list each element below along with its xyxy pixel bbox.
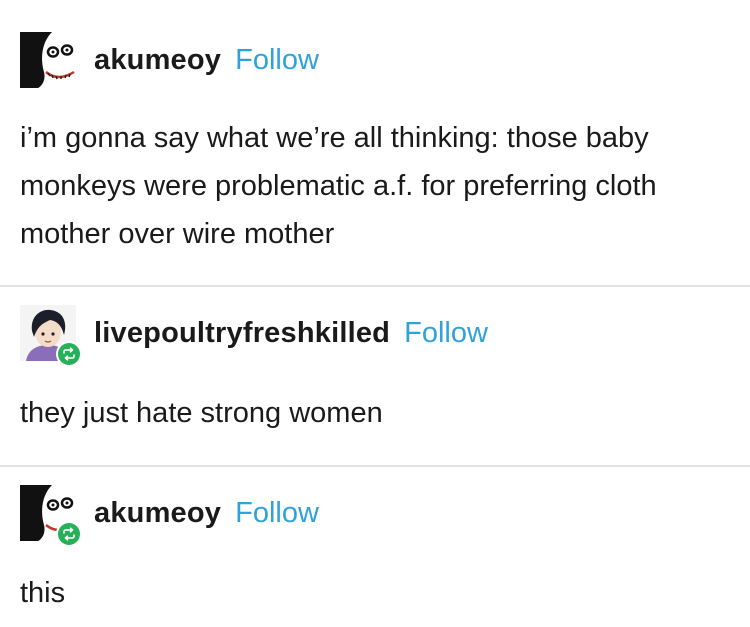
reblog-badge <box>56 341 82 367</box>
post-header: livepoultryfreshkilled Follow <box>20 305 488 367</box>
post-2: livepoultryfreshkilled Follow they just … <box>0 287 750 465</box>
avatar-akumeoy[interactable] <box>20 485 82 547</box>
reblog-badge <box>56 521 82 547</box>
avatar-akumeoy[interactable] <box>20 32 76 88</box>
post-3: akumeoy Follow this <box>0 467 750 627</box>
reblog-icon <box>63 347 75 361</box>
creepy-face-avatar-icon <box>20 32 76 88</box>
post-text: they just hate strong women <box>20 397 383 429</box>
username[interactable]: livepoultryfreshkilled <box>94 317 390 350</box>
follow-button[interactable]: Follow <box>235 44 319 77</box>
post-1: akumeoy Follow i’m gonna say what we’re … <box>0 0 750 287</box>
post-header: akumeoy Follow <box>20 485 319 547</box>
avatar-livepoultryfreshkilled[interactable] <box>20 305 82 367</box>
username[interactable]: akumeoy <box>94 44 221 77</box>
follow-button[interactable]: Follow <box>404 317 488 350</box>
post-text: i’m gonna say what we’re all thinking: t… <box>20 122 657 250</box>
follow-button[interactable]: Follow <box>235 497 319 530</box>
username[interactable]: akumeoy <box>94 497 221 530</box>
reblog-icon <box>63 527 75 541</box>
post-header: akumeoy Follow <box>20 32 319 88</box>
post-text: this <box>20 577 66 609</box>
